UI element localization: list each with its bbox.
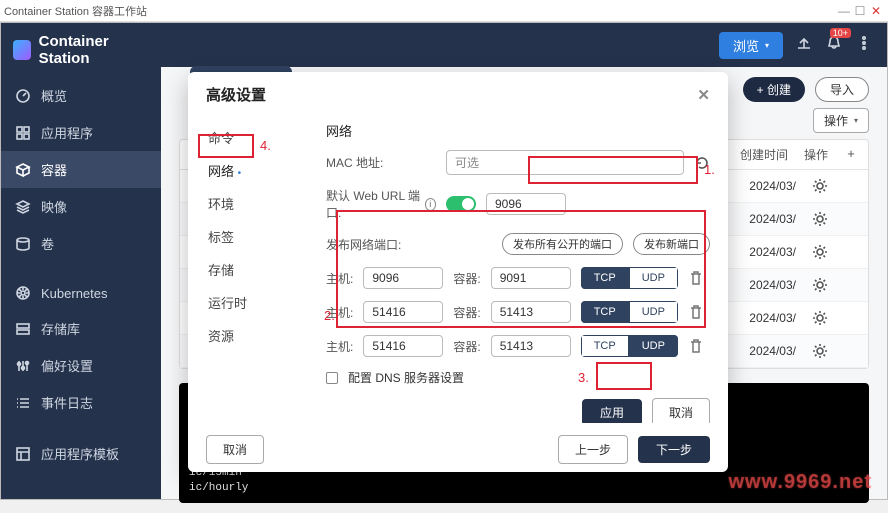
- sidebar-item-events[interactable]: 事件日志: [1, 384, 161, 421]
- gauge-icon: [15, 88, 31, 104]
- add-column-button[interactable]: +: [844, 146, 858, 160]
- gear-icon[interactable]: [812, 310, 828, 326]
- modal-nav-network[interactable]: 网络 •: [188, 154, 308, 187]
- database-icon: [15, 236, 31, 252]
- operation-select[interactable]: 操作▾: [813, 108, 869, 133]
- import-button[interactable]: 导入: [815, 77, 869, 102]
- publish-new-button[interactable]: 发布新端口: [633, 233, 710, 255]
- brand-text: Container Station: [39, 33, 149, 67]
- more-icon[interactable]: [855, 34, 873, 57]
- mac-input[interactable]: 可选: [446, 150, 684, 175]
- col-created: 创建时间: [740, 146, 788, 163]
- host-port-input[interactable]: 9096: [363, 267, 443, 289]
- modal-footer: 取消 上一步 下一步: [188, 427, 728, 472]
- modal-main: 网络 MAC 地址: 可选 默认 Web URL 端口:i 9096 发布网络端…: [308, 117, 728, 423]
- back-button[interactable]: 上一步: [558, 435, 628, 464]
- container-port-input[interactable]: 51413: [491, 301, 571, 323]
- modal-nav-labels[interactable]: 标签: [188, 220, 308, 253]
- template-icon: [15, 446, 31, 462]
- sidebar-item-overview[interactable]: 概览: [1, 77, 161, 114]
- watermark: www.9969.net: [728, 471, 872, 494]
- dot-icon: •: [238, 168, 242, 179]
- layers-icon: [15, 199, 31, 215]
- publish-all-button[interactable]: 发布所有公开的端口: [502, 233, 623, 255]
- sidebar-item-templates[interactable]: 应用程序模板: [1, 435, 161, 472]
- protocol-toggle[interactable]: TCPUDP: [581, 301, 678, 323]
- sidebar-item-volumes[interactable]: 卷: [1, 225, 161, 262]
- sidebar: Container Station 概览 应用程序 容器 映像 卷 Kubern…: [1, 23, 161, 499]
- modal-nav-command[interactable]: 命令: [188, 121, 308, 154]
- info-icon[interactable]: i: [425, 198, 437, 211]
- advanced-settings-modal: 高级设置 ✕ 命令 网络 • 环境 标签 存储 运行时 资源 网络 MAC 地址…: [188, 72, 728, 472]
- protocol-toggle[interactable]: TCPUDP: [581, 267, 678, 289]
- bell-icon[interactable]: 10+: [825, 34, 843, 57]
- outer-cancel-button[interactable]: 取消: [206, 435, 264, 464]
- url-port-toggle[interactable]: [446, 196, 476, 212]
- chevron-down-icon: ▾: [854, 116, 858, 125]
- upload-icon[interactable]: [795, 34, 813, 57]
- modal-title: 高级设置: [206, 84, 266, 105]
- os-titlebar: Container Station 容器工作站 — ☐ ✕: [0, 0, 888, 22]
- sliders-icon: [15, 358, 31, 374]
- mac-label: MAC 地址:: [326, 154, 436, 171]
- port-row: 主机: 51416 容器: 51413 TCPUDP: [326, 301, 710, 323]
- create-button[interactable]: + 创建: [743, 77, 805, 102]
- apply-button[interactable]: 应用: [582, 399, 642, 423]
- refresh-icon[interactable]: [694, 155, 710, 171]
- trash-icon[interactable]: [688, 338, 704, 354]
- modal-header: 高级设置 ✕: [188, 72, 728, 117]
- publish-label: 发布网络端口:: [326, 236, 436, 253]
- modal-nav-runtime[interactable]: 运行时: [188, 286, 308, 319]
- topbar: 浏览▾ 10+: [161, 23, 887, 67]
- window-title: Container Station 容器工作站: [4, 3, 836, 19]
- modal-nav-env[interactable]: 环境: [188, 187, 308, 220]
- gear-icon[interactable]: [812, 244, 828, 260]
- url-port-label: 默认 Web URL 端口:i: [326, 187, 436, 221]
- helm-icon: [15, 285, 31, 301]
- server-icon: [15, 321, 31, 337]
- window-max-button[interactable]: ☐: [852, 4, 868, 18]
- window-min-button[interactable]: —: [836, 4, 852, 18]
- gear-icon[interactable]: [812, 178, 828, 194]
- container-port-input[interactable]: 51413: [491, 335, 571, 357]
- sidebar-item-kubernetes[interactable]: Kubernetes: [1, 276, 161, 310]
- trash-icon[interactable]: [688, 270, 704, 286]
- col-action: 操作: [804, 146, 828, 163]
- modal-nav-resources[interactable]: 资源: [188, 319, 308, 352]
- protocol-toggle[interactable]: TCPUDP: [581, 335, 678, 357]
- brand-logo-icon: [13, 40, 31, 60]
- port-row: 主机: 51416 容器: 51413 TCPUDP: [326, 335, 710, 357]
- modal-nav: 命令 网络 • 环境 标签 存储 运行时 资源: [188, 117, 308, 423]
- browse-button[interactable]: 浏览▾: [719, 32, 783, 59]
- sidebar-item-containers[interactable]: 容器: [1, 151, 161, 188]
- notif-badge: 10+: [830, 28, 851, 38]
- url-port-input[interactable]: 9096: [486, 193, 566, 215]
- port-row: 主机: 9096 容器: 9091 TCPUDP: [326, 267, 710, 289]
- gear-icon[interactable]: [812, 343, 828, 359]
- sidebar-item-apps[interactable]: 应用程序: [1, 114, 161, 151]
- sidebar-item-images[interactable]: 映像: [1, 188, 161, 225]
- list-icon: [15, 395, 31, 411]
- modal-nav-storage[interactable]: 存储: [188, 253, 308, 286]
- brand: Container Station: [1, 23, 161, 77]
- modal-cancel-button[interactable]: 取消: [652, 398, 710, 423]
- sidebar-item-repos[interactable]: 存储库: [1, 310, 161, 347]
- section-title: 网络: [326, 121, 710, 140]
- next-button[interactable]: 下一步: [638, 436, 710, 463]
- host-port-input[interactable]: 51416: [363, 335, 443, 357]
- dns-checkbox[interactable]: [326, 372, 338, 384]
- cube-icon: [15, 162, 31, 178]
- modal-close-button[interactable]: ✕: [697, 86, 710, 104]
- window-close-button[interactable]: ✕: [868, 4, 884, 18]
- gear-icon[interactable]: [812, 277, 828, 293]
- dns-label: 配置 DNS 服务器设置: [348, 369, 464, 386]
- chevron-down-icon: ▾: [765, 41, 769, 50]
- grid-icon: [15, 125, 31, 141]
- sidebar-item-preferences[interactable]: 偏好设置: [1, 347, 161, 384]
- gear-icon[interactable]: [812, 211, 828, 227]
- container-port-input[interactable]: 9091: [491, 267, 571, 289]
- trash-icon[interactable]: [688, 304, 704, 320]
- host-port-input[interactable]: 51416: [363, 301, 443, 323]
